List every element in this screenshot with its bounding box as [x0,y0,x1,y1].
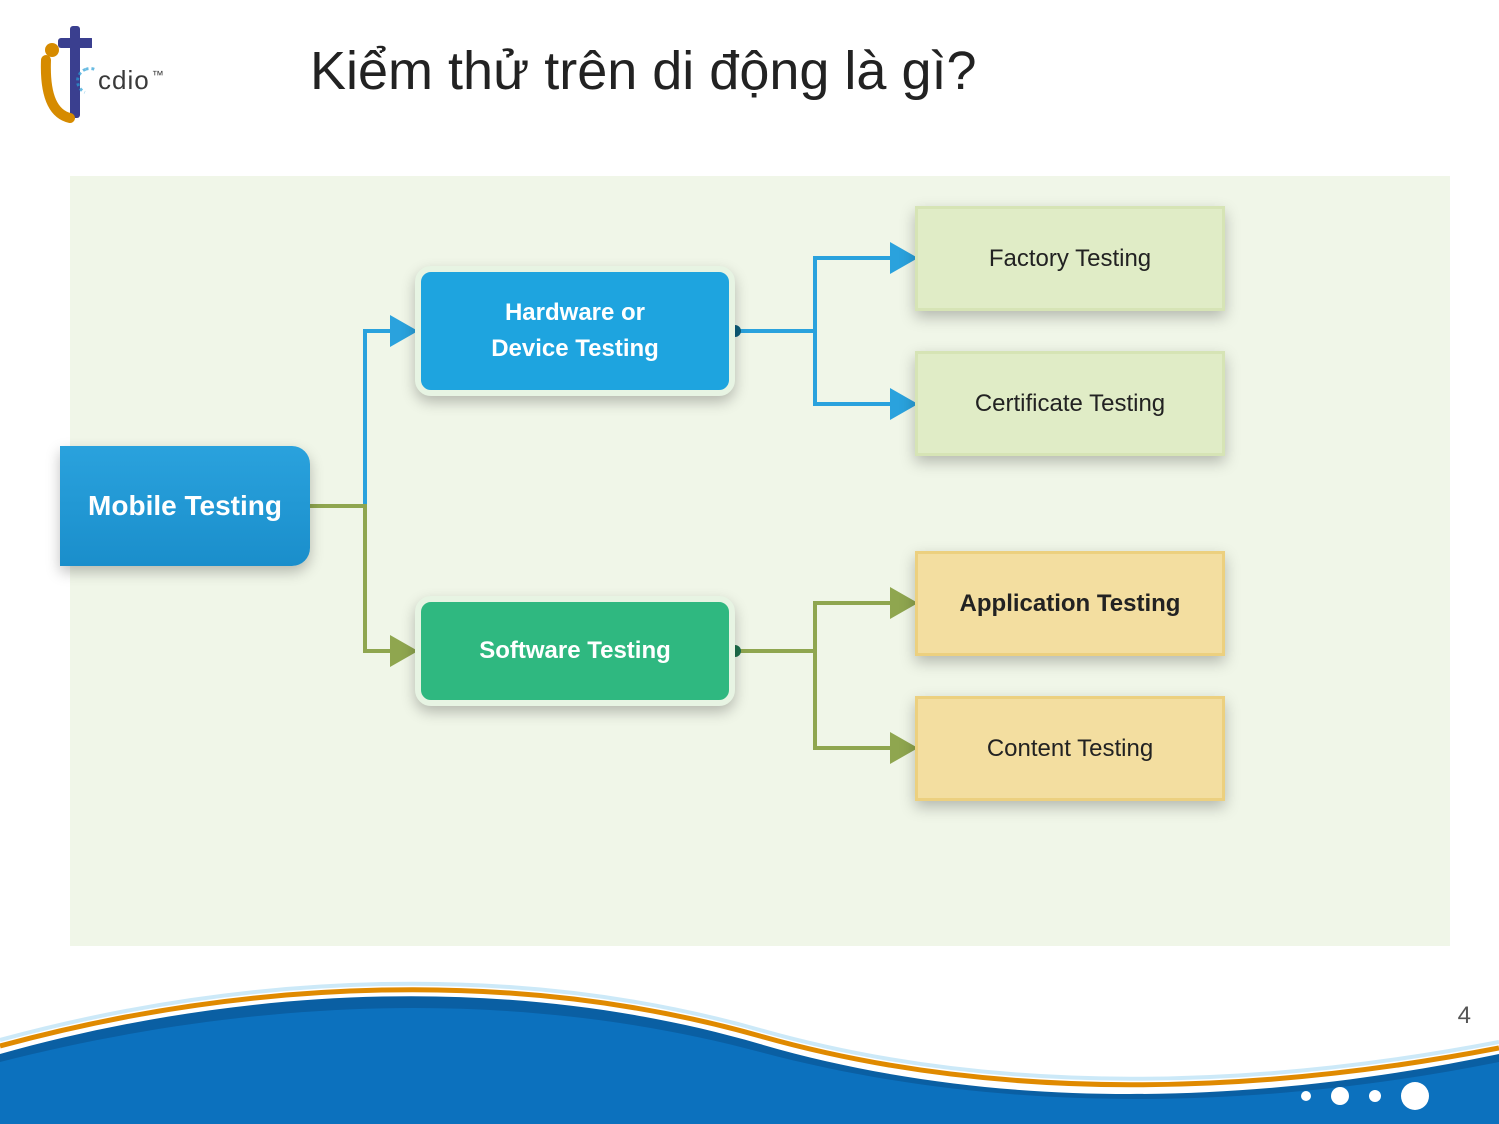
node-label: Factory Testing [989,241,1151,277]
node-content-testing: Content Testing [915,696,1225,801]
node-software-testing: Software Testing [415,596,735,706]
node-label: Certificate Testing [975,386,1165,422]
cdio-logo-text: cdio [98,65,165,96]
node-label: Mobile Testing [88,485,282,527]
node-label: Content Testing [987,731,1153,767]
logo-area: cdio [40,20,165,140]
footer-wave-decoration [0,944,1499,1124]
node-mobile-testing: Mobile Testing [60,446,310,566]
node-label: Hardware or Device Testing [491,295,659,367]
slide-title: Kiểm thử trên di động là gì? [310,40,977,102]
node-factory-testing: Factory Testing [915,206,1225,311]
node-label: Software Testing [479,633,671,669]
footer-dots-decoration [1301,1082,1429,1110]
node-application-testing: Application Testing [915,551,1225,656]
node-label: Application Testing [960,586,1181,622]
node-hardware-testing: Hardware or Device Testing [415,266,735,396]
mobile-testing-diagram: Mobile Testing Hardware or Device Testin… [70,176,1450,946]
node-certificate-testing: Certificate Testing [915,351,1225,456]
